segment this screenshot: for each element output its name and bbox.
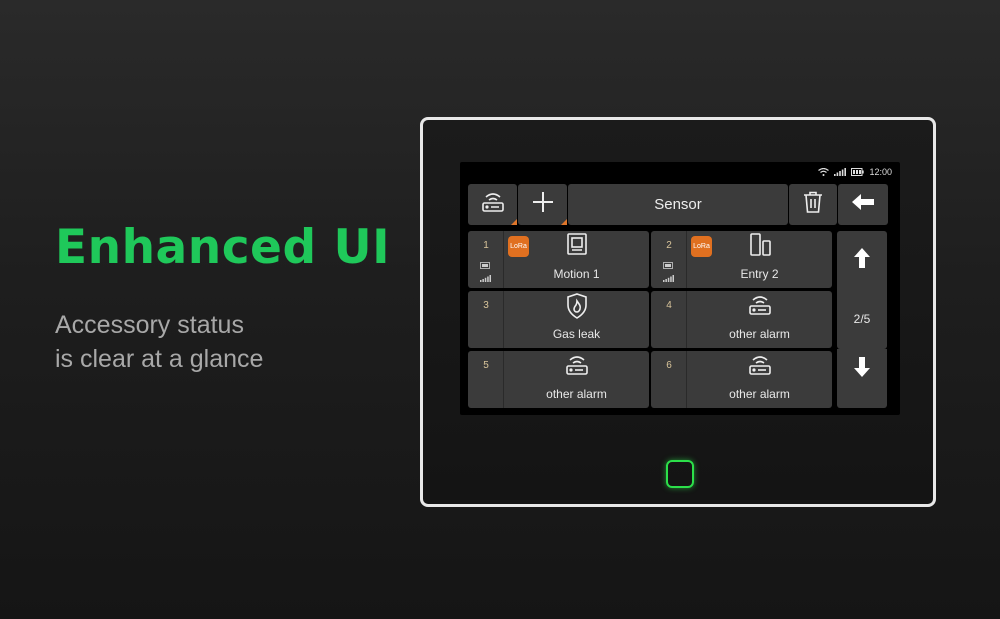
subtext-line-2: is clear at a glance — [55, 345, 264, 373]
signal-icon — [663, 269, 674, 287]
page-title: Sensor — [654, 196, 702, 213]
device-label: other alarm — [729, 327, 790, 341]
trash-icon — [803, 191, 823, 218]
back-button[interactable] — [838, 184, 888, 225]
signal-icon — [480, 269, 491, 287]
device-index: 4 — [666, 300, 672, 311]
device-cell[interactable]: 3 Gas leak — [468, 291, 649, 348]
subtext: Accessory status is clear at a glance — [55, 308, 263, 376]
headline: Enhanced UI — [55, 220, 391, 275]
device-index: 6 — [666, 360, 672, 371]
battery-icon — [851, 168, 865, 176]
delete-button[interactable] — [789, 184, 837, 225]
router-icon — [504, 353, 649, 377]
device-index: 5 — [483, 360, 489, 371]
page-indicator: 2/5 — [853, 312, 871, 326]
door-contact-icon — [687, 233, 832, 257]
device-label: Entry 2 — [740, 267, 779, 281]
page-up-button[interactable] — [837, 231, 887, 349]
device-cell[interactable]: 2 LoRa Entry 2 — [651, 231, 832, 288]
status-bar: 12:00 — [818, 166, 892, 178]
subtext-line-1: Accessory status — [55, 311, 244, 339]
router-button[interactable] — [468, 184, 517, 225]
device-label: Gas leak — [552, 327, 601, 341]
device-label: other alarm — [546, 387, 607, 401]
device-label: Motion 1 — [553, 267, 600, 281]
device-label: other alarm — [729, 387, 790, 401]
plus-icon — [532, 191, 554, 218]
status-time: 12:00 — [869, 167, 892, 177]
device-index: 3 — [483, 300, 489, 311]
wifi-icon — [818, 168, 830, 176]
down-arrow-icon — [853, 356, 871, 383]
add-button[interactable] — [518, 184, 567, 225]
router-icon — [481, 191, 505, 218]
router-icon — [687, 293, 832, 317]
device-index: 2 — [666, 240, 672, 251]
signal-icon — [834, 168, 847, 176]
gas-shield-icon — [504, 293, 649, 319]
up-arrow-icon — [853, 247, 871, 274]
device-cell[interactable]: 6 other alarm — [651, 351, 832, 408]
control-panel-device: 12:00 Sensor 1 LoRa Motion 1 2 LoRa Entr… — [420, 117, 936, 507]
toolbar-title-bar: Sensor — [568, 184, 788, 225]
device-index: 1 — [483, 240, 489, 251]
router-icon — [687, 353, 832, 377]
device-cell[interactable]: 1 LoRa Motion 1 — [468, 231, 649, 288]
motion-sensor-icon — [504, 233, 649, 257]
back-arrow-icon — [851, 193, 875, 216]
device-cell[interactable]: 4 other alarm — [651, 291, 832, 348]
panel-screen: 12:00 Sensor 1 LoRa Motion 1 2 LoRa Entr… — [460, 162, 900, 415]
page-down-button[interactable] — [837, 349, 887, 408]
device-cell[interactable]: 5 other alarm — [468, 351, 649, 408]
home-button[interactable] — [666, 460, 694, 488]
